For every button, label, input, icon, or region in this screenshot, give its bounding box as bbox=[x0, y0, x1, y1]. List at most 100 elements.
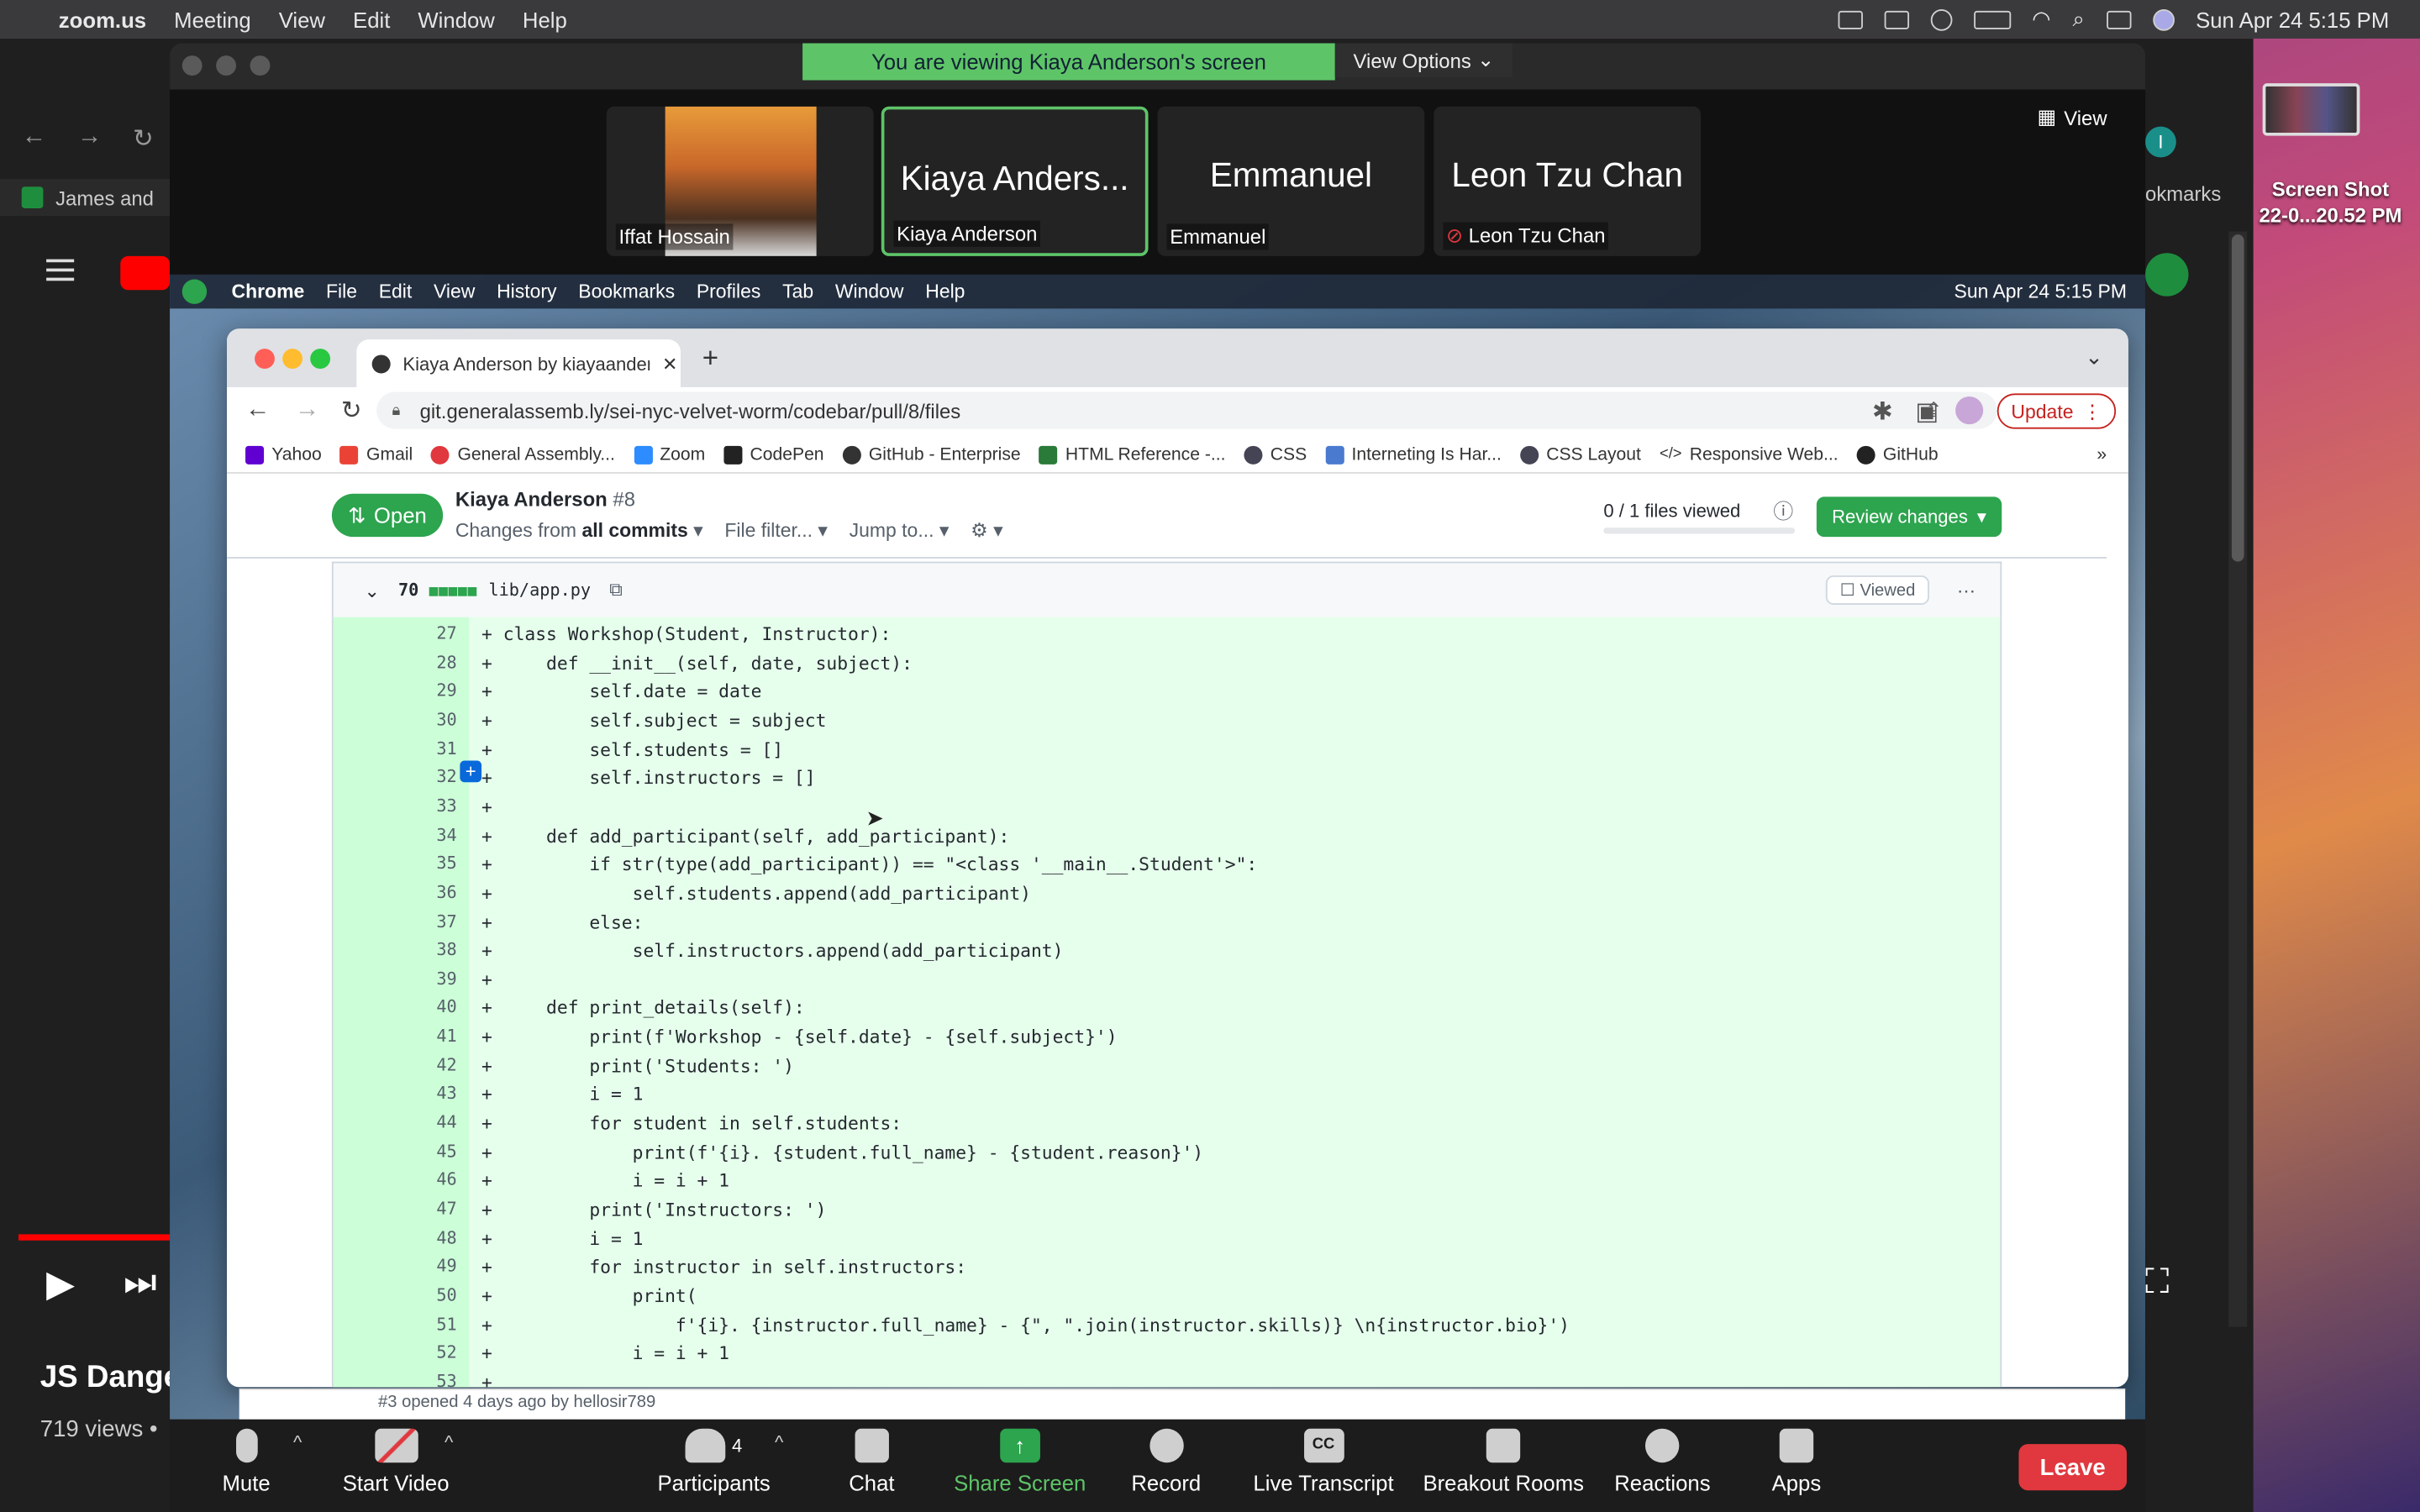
audio-options-chevron-icon[interactable]: ^ bbox=[293, 1431, 302, 1453]
live-transcript-button[interactable]: CC Live Transcript bbox=[1253, 1428, 1394, 1495]
shared-menubar-datetime[interactable]: Sun Apr 24 5:15 PM bbox=[1954, 281, 2128, 302]
bookmark-item[interactable]: HTML Reference -... bbox=[1039, 444, 1225, 464]
control-center-icon[interactable] bbox=[2106, 9, 2131, 29]
next-icon[interactable]: ⏭ bbox=[124, 1262, 157, 1305]
close-window-button[interactable] bbox=[182, 55, 203, 76]
shared-menubar-item[interactable]: Help bbox=[925, 281, 965, 302]
code-line[interactable]: print(f'Workshop - {self.date} - {self.s… bbox=[503, 1026, 1117, 1048]
info-icon[interactable]: ⓘ bbox=[1773, 496, 1793, 525]
bg-bookmarks-label[interactable]: okmarks bbox=[2145, 182, 2221, 206]
code-line[interactable]: for instructor in self.instructors: bbox=[503, 1257, 966, 1278]
jump-to-dropdown[interactable]: Jump to... ▾ bbox=[850, 518, 950, 542]
copy-icon[interactable]: ⧉ bbox=[609, 579, 623, 602]
tab-search-icon[interactable]: ⌄ bbox=[2085, 344, 2103, 370]
play-icon[interactable]: ▶ bbox=[46, 1262, 75, 1306]
add-comment-icon[interactable]: + bbox=[460, 760, 482, 783]
line-number[interactable]: 45 bbox=[334, 1142, 456, 1162]
update-button[interactable]: Update ⋮ bbox=[1996, 393, 2117, 429]
siri-icon[interactable] bbox=[2152, 8, 2175, 30]
line-number[interactable]: 46 bbox=[334, 1170, 456, 1190]
zoom-window-button[interactable] bbox=[310, 349, 331, 369]
code-line[interactable]: print( bbox=[503, 1285, 697, 1307]
line-number[interactable]: 42 bbox=[334, 1055, 456, 1075]
shared-menubar-item[interactable]: File bbox=[326, 281, 357, 302]
line-number[interactable]: 35 bbox=[334, 853, 456, 874]
menubar-item[interactable]: Meeting bbox=[174, 7, 250, 31]
shared-menubar-item[interactable]: Profiles bbox=[697, 281, 761, 302]
code-line[interactable]: for student in self.students: bbox=[503, 1112, 902, 1134]
address-bar[interactable]: 🔒︎ git.generalassemb.ly/sei-nyc-velvet-w… bbox=[376, 391, 1997, 429]
code-line[interactable]: def add_participant(self, add_participan… bbox=[503, 825, 1009, 847]
participant-tile[interactable]: Emmanuel Emmanuel bbox=[1157, 106, 1425, 256]
menubar-datetime[interactable]: Sun Apr 24 5:15 PM bbox=[2196, 7, 2389, 31]
menubar-item[interactable]: View bbox=[279, 7, 325, 31]
zoom-window-button[interactable] bbox=[250, 55, 271, 76]
line-number[interactable]: 37 bbox=[334, 911, 456, 932]
profile-avatar[interactable]: I bbox=[2145, 126, 2176, 158]
view-button[interactable]: ▦ View bbox=[2037, 105, 2107, 129]
code-line[interactable]: else: bbox=[503, 911, 643, 933]
collapse-chevron-icon[interactable]: ⌄ bbox=[364, 580, 379, 601]
line-number[interactable]: 51 bbox=[334, 1314, 456, 1334]
reactions-button[interactable]: Reactions bbox=[1614, 1428, 1711, 1495]
line-number[interactable]: 32 bbox=[334, 767, 456, 787]
participant-tile-active[interactable]: Kiaya Anders... Kiaya Anderson bbox=[881, 106, 1149, 256]
code-line[interactable]: def __init__(self, date, subject): bbox=[503, 652, 913, 674]
commits-dropdown[interactable]: Changes from all commits ▾ bbox=[455, 518, 703, 542]
breakout-rooms-button[interactable]: Breakout Rooms bbox=[1423, 1428, 1584, 1495]
participants-button[interactable]: 4 Participants bbox=[657, 1428, 771, 1495]
code-line[interactable]: print('Students: ') bbox=[503, 1055, 794, 1077]
bookmark-item[interactable]: </> Responsive Web... bbox=[1660, 445, 1839, 464]
line-number[interactable]: 33 bbox=[334, 796, 456, 816]
file-name[interactable]: lib/app.py bbox=[488, 580, 591, 601]
bookmark-item[interactable]: Yahoo bbox=[245, 444, 322, 464]
sidepanel-icon[interactable]: ▣ bbox=[1915, 396, 1939, 428]
bg-bookmark-label[interactable]: James and bbox=[55, 186, 154, 209]
screenshot-thumbnail[interactable] bbox=[2262, 83, 2360, 136]
code-line[interactable]: self.students = [] bbox=[503, 738, 783, 760]
participant-tile[interactable]: Leon Tzu Chan ⊘ Leon Tzu Chan bbox=[1434, 106, 1702, 256]
bookmark-item[interactable]: CSS bbox=[1244, 444, 1307, 464]
minimize-window-button[interactable] bbox=[282, 349, 302, 369]
bg-green-avatar[interactable] bbox=[2145, 253, 2189, 297]
play-status-icon[interactable] bbox=[1930, 8, 1952, 30]
shared-menubar-item[interactable]: History bbox=[497, 281, 556, 302]
search-icon[interactable]: ⌕ bbox=[2072, 6, 2084, 32]
line-number[interactable]: 52 bbox=[334, 1342, 456, 1362]
code-line[interactable]: self.subject = subject bbox=[503, 710, 826, 732]
bookmark-item[interactable]: Zoom bbox=[633, 444, 705, 464]
code-line[interactable]: if str(type(add_participant)) == "<class… bbox=[503, 853, 1257, 875]
menubar-item[interactable]: Help bbox=[523, 7, 567, 31]
more-bookmarks-icon[interactable]: » bbox=[2096, 445, 2107, 464]
code-line[interactable]: i = i + 1 bbox=[503, 1170, 729, 1192]
file-filter-dropdown[interactable]: File filter... ▾ bbox=[724, 518, 828, 542]
code-line[interactable]: self.instructors.append(add_participant) bbox=[503, 940, 1064, 962]
line-number[interactable]: 43 bbox=[334, 1084, 456, 1104]
line-number[interactable]: 53 bbox=[334, 1372, 456, 1388]
code-line[interactable]: print('Instructors: ') bbox=[503, 1199, 826, 1221]
line-number[interactable]: 49 bbox=[334, 1257, 456, 1277]
zoom-status-icon[interactable] bbox=[1837, 9, 1863, 29]
screenshot-label[interactable]: Screen Shot 22-0...20.52 PM bbox=[2241, 176, 2420, 228]
minimize-window-button[interactable] bbox=[216, 55, 237, 76]
menubar-item[interactable]: Window bbox=[418, 7, 494, 31]
close-window-button[interactable] bbox=[255, 349, 275, 369]
close-tab-icon[interactable]: ✕ bbox=[662, 353, 677, 375]
line-number[interactable]: 36 bbox=[334, 882, 456, 902]
bookmark-item[interactable]: CSS Layout bbox=[1519, 444, 1641, 464]
shared-menubar-item[interactable]: Bookmarks bbox=[578, 281, 675, 302]
line-number[interactable]: 39 bbox=[334, 969, 456, 989]
participants-options-chevron-icon[interactable]: ^ bbox=[775, 1431, 783, 1453]
code-line[interactable]: class Workshop(Student, Instructor): bbox=[503, 623, 892, 645]
line-number[interactable]: 50 bbox=[334, 1285, 456, 1305]
review-changes-button[interactable]: Review changes ▾ bbox=[1816, 496, 2002, 538]
bookmark-item[interactable]: General Assembly... bbox=[431, 444, 615, 464]
line-number[interactable]: 40 bbox=[334, 997, 456, 1017]
line-number[interactable]: 34 bbox=[334, 825, 456, 845]
bg-scrollbar-thumb[interactable] bbox=[2231, 234, 2244, 562]
bookmark-item[interactable]: Interneting Is Har... bbox=[1325, 444, 1502, 464]
shared-menubar-app[interactable]: Chrome bbox=[232, 281, 305, 302]
bookmark-item[interactable]: GitHub bbox=[1856, 444, 1939, 464]
back-icon[interactable]: ← bbox=[245, 396, 270, 424]
battery-icon[interactable] bbox=[1973, 9, 2011, 29]
